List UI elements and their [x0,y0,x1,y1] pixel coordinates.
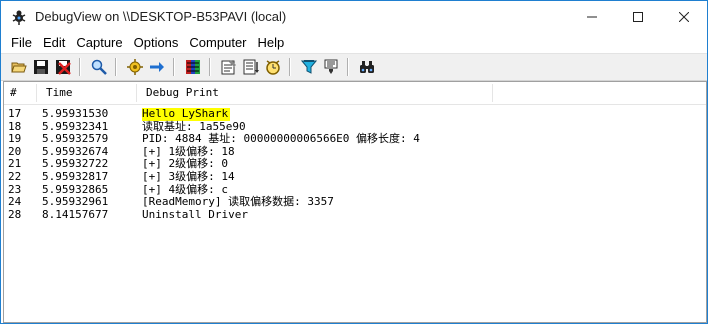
column-divider[interactable] [492,84,493,102]
autoscroll-icon [150,62,164,72]
log-row[interactable]: 21 5.95932722 [+] 2级偏移: 0 [4,158,706,171]
clear-display-icon [186,60,200,74]
toolbar-separator [347,58,349,76]
menu-capture[interactable]: Capture [71,35,128,50]
column-header-number[interactable]: # [4,82,17,104]
capture-icon [127,59,143,75]
log-number: 22 [8,169,22,183]
toolbar-separator [79,58,81,76]
column-divider[interactable] [36,84,37,102]
history-depth-button[interactable] [241,57,261,77]
highlight-button[interactable] [321,57,341,77]
menu-bar: File Edit Capture Options Computer Help [1,32,707,53]
highlight-icon [324,59,338,74]
log-row[interactable]: 20 5.95932674 [+] 1级偏移: 18 [4,145,706,159]
find-icon [91,59,107,75]
clear-log-icon [56,60,71,75]
filter-button[interactable] [299,57,319,77]
menu-computer[interactable]: Computer [184,35,252,50]
log-number: 19 [8,132,22,146]
title-bar[interactable]: DebugView on \\DESKTOP-B53PAVI (local) [1,1,707,32]
find-button[interactable] [89,57,109,77]
log-number: 24 [8,195,22,209]
maximize-icon [633,11,643,22]
log-row[interactable]: 22 5.95932817 [+] 3级偏移: 14 [4,169,706,184]
log-time: 8.14157677 [42,207,109,221]
log-message: Uninstall Driver [142,207,248,221]
log-message: [+] 3级偏移: 14 [142,169,235,183]
binoculars-icon [360,61,374,73]
toolbar-separator [289,58,291,76]
log-number: 17 [8,107,22,120]
list-header: # Time Debug Print [4,82,706,105]
log-time: 5.95932579 [42,132,109,146]
clear-display-button[interactable] [183,57,203,77]
close-icon [679,11,689,22]
debugview-app-icon [12,10,26,25]
column-header-debug-print[interactable]: Debug Print [140,82,219,104]
clear-log-button[interactable] [53,57,73,77]
log-number: 28 [8,207,22,221]
maximize-button[interactable] [615,1,661,32]
log-row[interactable]: 28 8.14157677 Uninstall Driver [4,207,706,222]
log-row[interactable]: 23 5.95932865 [+] 4级偏移: c [4,183,706,197]
debug-output-list[interactable]: # Time Debug Print 17 5.95931530 Hello L… [3,81,707,323]
debugview-window: DebugView on \\DESKTOP-B53PAVI (local) F… [0,0,708,324]
log-message-highlighted: Hello LyShark [142,107,231,121]
toolbar-separator [115,58,117,76]
log-time: 5.95932961 [42,195,109,209]
menu-file[interactable]: File [6,35,38,50]
log-row[interactable]: 19 5.95932579 PID: 4884 基址: 000000000065… [4,133,706,146]
close-button[interactable] [661,1,707,32]
column-divider[interactable] [136,84,137,102]
clock-icon [266,60,280,75]
minimize-button[interactable] [569,1,615,32]
save-icon [34,60,48,74]
save-button[interactable] [31,57,51,77]
filter-icon [301,60,317,74]
log-time: 5.95932817 [42,169,109,183]
find-computer-button[interactable] [357,57,377,77]
column-header-time[interactable]: Time [40,82,73,104]
menu-edit[interactable]: Edit [38,35,71,50]
menu-options[interactable]: Options [129,35,185,50]
autoscroll-button[interactable] [147,57,167,77]
log-time: 5.95931530 [42,107,109,120]
window-title: DebugView on \\DESKTOP-B53PAVI (local) [35,9,287,24]
log-row[interactable]: 24 5.95932961 [ReadMemory] 读取偏移数据: 3357 [4,196,706,209]
capture-button[interactable] [125,57,145,77]
log-message: [ReadMemory] 读取偏移数据: 3357 [142,195,334,209]
time-format-button[interactable] [219,57,239,77]
open-icon [11,62,27,73]
toolbar-separator [173,58,175,76]
history-depth-icon [243,59,259,75]
toolbar [1,53,707,81]
minimize-icon [587,16,597,17]
log-row[interactable]: 17 5.95931530 Hello LyShark [4,107,706,121]
toolbar-separator [209,58,211,76]
log-message: PID: 4884 基址: 00000000006566E0 偏移长度: 4 [142,132,420,146]
open-button[interactable] [9,57,29,77]
clock-button[interactable] [263,57,283,77]
menu-help[interactable]: Help [253,35,291,50]
time-format-icon [221,60,236,75]
